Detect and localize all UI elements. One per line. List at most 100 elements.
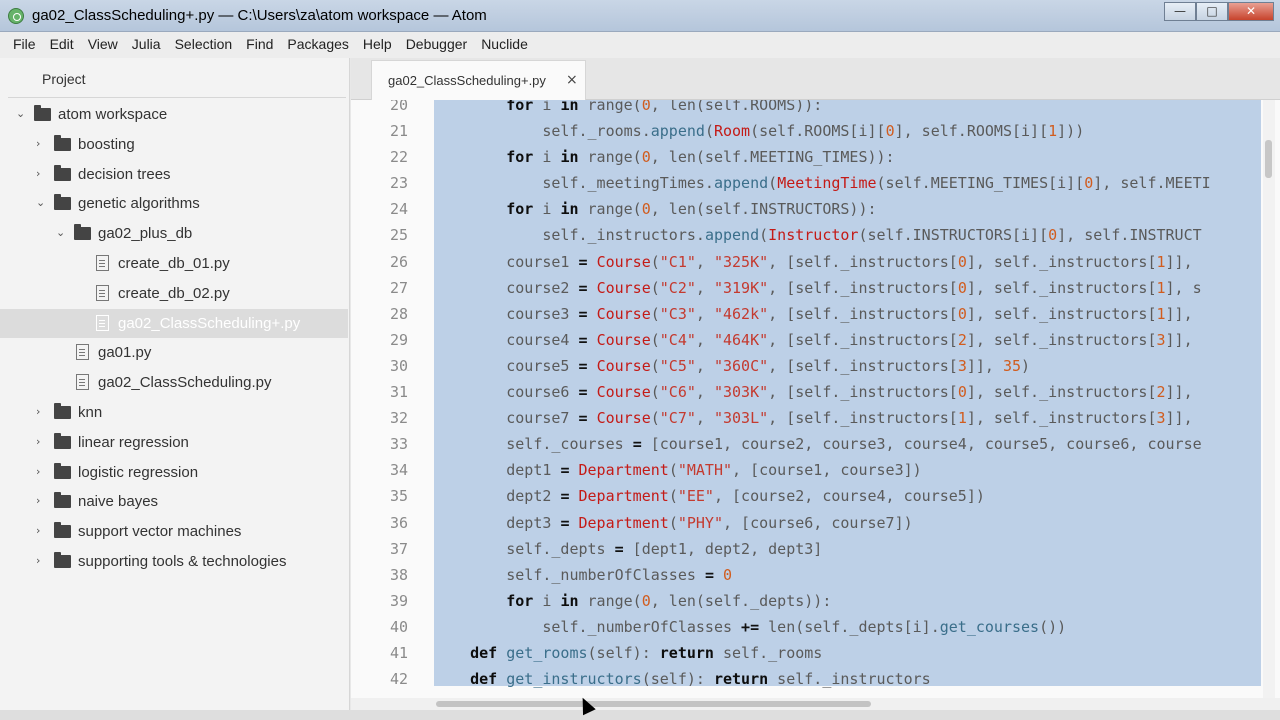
menu-bar: File Edit View Julia Selection Find Pack… (0, 32, 1280, 58)
code-text[interactable]: course5 = Course("C5", "360C", [self._in… (434, 357, 1030, 375)
code-line[interactable]: 25 self._instructors.append(Instructor(s… (351, 222, 1280, 248)
code-text[interactable]: course1 = Course("C1", "325K", [self._in… (434, 253, 1192, 271)
code-line[interactable]: 42 def get_instructors(self): return sel… (351, 666, 1280, 692)
code-text[interactable]: self._meetingTimes.append(MeetingTime(se… (434, 174, 1210, 192)
tree-file[interactable]: ga02_ClassScheduling.py (0, 368, 348, 398)
menu-help[interactable]: Help (356, 32, 399, 58)
chevron-right-icon[interactable]: › (36, 465, 48, 479)
code-text[interactable]: dept2 = Department("EE", [course2, cours… (434, 487, 985, 505)
horizontal-scrollbar[interactable] (351, 698, 1280, 710)
chevron-right-icon[interactable]: › (36, 494, 48, 508)
close-tab-icon[interactable]: × (566, 72, 578, 88)
code-line[interactable]: 33 self._courses = [course1, course2, co… (351, 431, 1280, 457)
code-line[interactable]: 40 self._numberOfClasses += len(self._de… (351, 614, 1280, 640)
line-number: 22 (389, 148, 408, 167)
code-text[interactable]: for i in range(0, len(self.MEETING_TIMES… (434, 148, 894, 166)
code-text[interactable]: course2 = Course("C2", "319K", [self._in… (434, 279, 1201, 297)
code-line[interactable]: 38 self._numberOfClasses = 0 (351, 562, 1280, 588)
code-line[interactable]: 39 for i in range(0, len(self._depts)): (351, 588, 1280, 614)
tree-folder[interactable]: › supporting tools & technologies (0, 547, 348, 577)
code-line[interactable]: 20 for i in range(0, len(self.ROOMS)): (351, 100, 1280, 118)
code-text[interactable]: def get_instructors(self): return self._… (434, 670, 931, 688)
tree-folder[interactable]: ⌄ ga02_plus_db (0, 219, 348, 249)
code-line[interactable]: 31 course6 = Course("C6", "303K", [self.… (351, 379, 1280, 405)
horizontal-scroll-thumb[interactable] (436, 701, 871, 707)
file-tree: ⌄ atom workspace › boosting › decision trees ⌄… (0, 100, 348, 577)
code-line[interactable]: 29 course4 = Course("C4", "464K", [self.… (351, 327, 1280, 353)
maximize-button[interactable]: □ (1196, 2, 1228, 21)
code-text[interactable]: for i in range(0, len(self.INSTRUCTORS))… (434, 200, 876, 218)
code-text[interactable]: course6 = Course("C6", "303K", [self._in… (434, 383, 1192, 401)
code-line[interactable]: 28 course3 = Course("C3", "462k", [self.… (351, 301, 1280, 327)
close-button[interactable]: ✕ (1228, 2, 1274, 21)
folder-icon (54, 194, 71, 211)
code-text[interactable]: self._numberOfClasses += len(self._depts… (434, 618, 1066, 636)
tree-file[interactable]: ga01.py (0, 338, 348, 368)
code-text[interactable]: self._numberOfClasses = 0 (434, 566, 732, 584)
code-line[interactable]: 22 for i in range(0, len(self.MEETING_TI… (351, 144, 1280, 170)
tree-folder[interactable]: › logistic regression (0, 458, 348, 488)
code-text[interactable]: course4 = Course("C4", "464K", [self._in… (434, 331, 1192, 349)
menu-packages[interactable]: Packages (280, 32, 355, 58)
code-text[interactable]: course3 = Course("C3", "462k", [self._in… (434, 305, 1192, 323)
editor-tab-active[interactable]: ga02_ClassScheduling+.py × (371, 60, 586, 100)
code-text[interactable]: self._depts = [dept1, dept2, dept3] (434, 540, 822, 558)
menu-julia[interactable]: Julia (125, 32, 168, 58)
code-text[interactable]: self._courses = [course1, course2, cours… (434, 435, 1201, 453)
menu-edit[interactable]: Edit (43, 32, 81, 58)
chevron-right-icon[interactable]: › (36, 167, 48, 181)
code-line[interactable]: 26 course1 = Course("C1", "325K", [self.… (351, 249, 1280, 275)
menu-selection[interactable]: Selection (168, 32, 240, 58)
tree-file[interactable]: create_db_02.py (0, 279, 348, 309)
code-text[interactable]: for i in range(0, len(self._depts)): (434, 592, 831, 610)
chevron-down-icon[interactable]: ⌄ (16, 107, 28, 121)
menu-debugger[interactable]: Debugger (399, 32, 475, 58)
menu-file[interactable]: File (6, 32, 43, 58)
tree-folder[interactable]: › naive bayes (0, 487, 348, 517)
code-text[interactable]: course7 = Course("C7", "303L", [self._in… (434, 409, 1192, 427)
code-text[interactable]: self._instructors.append(Instructor(self… (434, 226, 1201, 244)
menu-nuclide[interactable]: Nuclide (474, 32, 535, 58)
code-line[interactable]: 23 self._meetingTimes.append(MeetingTime… (351, 170, 1280, 196)
menu-view[interactable]: View (81, 32, 125, 58)
code-text[interactable]: def get_rooms(self): return self._rooms (434, 644, 822, 662)
code-line[interactable]: 30 course5 = Course("C5", "360C", [self.… (351, 353, 1280, 379)
tree-folder[interactable]: › linear regression (0, 428, 348, 458)
chevron-down-icon[interactable]: ⌄ (56, 226, 68, 240)
chevron-right-icon[interactable]: › (36, 435, 48, 449)
line-number: 24 (389, 200, 408, 219)
tree-folder[interactable]: ⌄ genetic algorithms (0, 189, 348, 219)
code-line[interactable]: 21 self._rooms.append(Room(self.ROOMS[i]… (351, 118, 1280, 144)
chevron-right-icon[interactable]: › (36, 524, 48, 538)
vertical-scrollbar[interactable] (1263, 100, 1275, 698)
tree-folder[interactable]: › knn (0, 398, 348, 428)
tree-file[interactable]: create_db_01.py (0, 249, 348, 279)
code-line[interactable]: 27 course2 = Course("C2", "319K", [self.… (351, 275, 1280, 301)
code-line[interactable]: 24 for i in range(0, len(self.INSTRUCTOR… (351, 196, 1280, 222)
code-line[interactable]: 34 dept1 = Department("MATH", [course1, … (351, 457, 1280, 483)
chevron-right-icon[interactable]: › (36, 405, 48, 419)
code-editor[interactable]: 20 for i in range(0, len(self.ROOMS)): 21… (351, 100, 1280, 698)
code-line[interactable]: 36 dept3 = Department("PHY", [course6, c… (351, 510, 1280, 536)
code-text[interactable]: dept3 = Department("PHY", [course6, cour… (434, 514, 912, 532)
code-text[interactable]: dept1 = Department("MATH", [course1, cou… (434, 461, 921, 479)
chevron-down-icon[interactable]: ⌄ (36, 196, 48, 210)
minimize-button[interactable]: — (1164, 2, 1196, 21)
code-line[interactable]: 37 self._depts = [dept1, dept2, dept3] (351, 536, 1280, 562)
tree-folder[interactable]: › support vector machines (0, 517, 348, 547)
menu-find[interactable]: Find (239, 32, 280, 58)
folder-icon (54, 462, 71, 479)
code-line[interactable]: 35 dept2 = Department("EE", [course2, co… (351, 483, 1280, 509)
vertical-scroll-thumb[interactable] (1265, 140, 1272, 178)
chevron-right-icon[interactable]: › (36, 137, 48, 151)
project-tab[interactable]: Project (8, 60, 346, 98)
code-text[interactable]: self._rooms.append(Room(self.ROOMS[i][0]… (434, 122, 1084, 140)
code-line[interactable]: 41 def get_rooms(self): return self._roo… (351, 640, 1280, 666)
code-line[interactable]: 32 course7 = Course("C7", "303L", [self.… (351, 405, 1280, 431)
tree-folder[interactable]: › decision trees (0, 160, 348, 190)
chevron-right-icon[interactable]: › (36, 554, 48, 568)
tree-file[interactable]: ga02_ClassScheduling+.py (0, 308, 348, 339)
tree-folder[interactable]: › boosting (0, 130, 348, 160)
tree-folder[interactable]: ⌄ atom workspace (0, 100, 348, 130)
code-text[interactable]: for i in range(0, len(self.ROOMS)): (434, 100, 822, 114)
